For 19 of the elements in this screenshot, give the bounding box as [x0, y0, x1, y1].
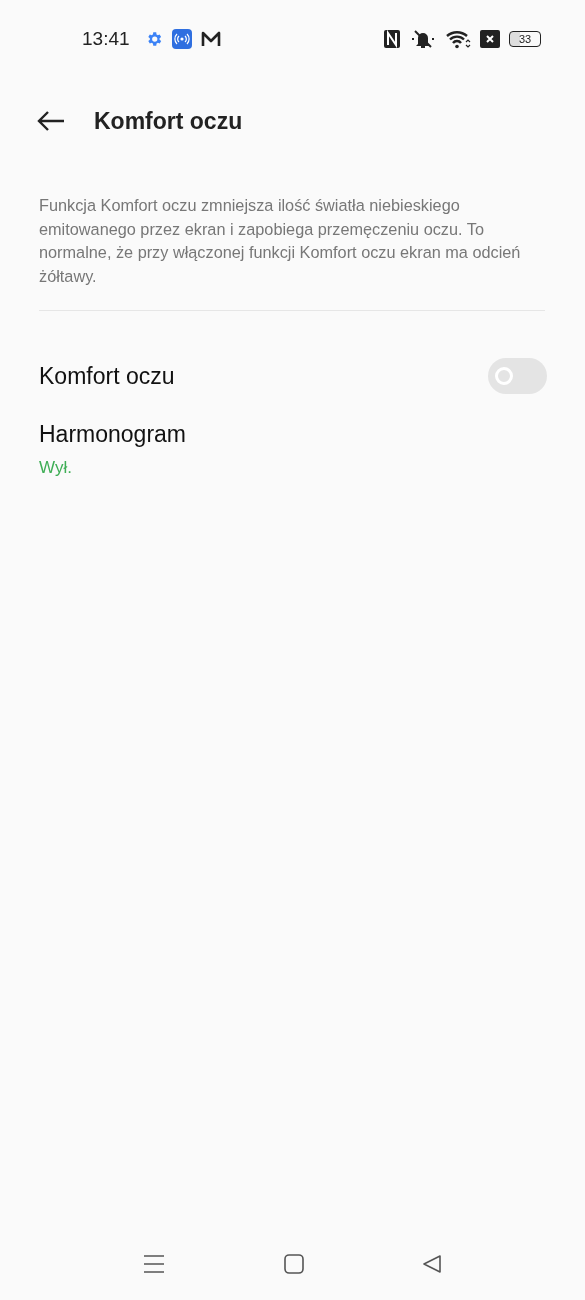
- page-title: Komfort oczu: [94, 107, 243, 135]
- setting-value: Wył.: [39, 458, 72, 478]
- menu-icon: [143, 1254, 165, 1274]
- back-icon: [422, 1254, 442, 1274]
- mail-icon: [200, 30, 221, 48]
- setting-label: Komfort oczu: [39, 362, 175, 390]
- wifi-icon: [445, 29, 471, 49]
- back-button[interactable]: [36, 110, 66, 132]
- battery-indicator: 33: [509, 31, 541, 47]
- description-text: Funkcja Komfort oczu zmniejsza ilość światła niebieskiego emitowanego przez ekran i zapobiega przemęczeniu oczu. To normalne, że przy włączonej funkcji Komfort oczu ekran ma odcień żółtawy.: [39, 195, 522, 287]
- nfc-icon: [383, 29, 401, 49]
- toggle-switch[interactable]: [488, 358, 547, 394]
- setting-label[interactable]: Harmonogram: [39, 421, 186, 448]
- back-arrow-icon: [36, 110, 66, 132]
- no-signal-icon: [480, 30, 500, 48]
- home-icon: [283, 1254, 304, 1274]
- clock-time: 13:41: [82, 28, 130, 50]
- muted-bell-icon: [410, 29, 436, 49]
- hotspot-icon: [171, 29, 192, 49]
